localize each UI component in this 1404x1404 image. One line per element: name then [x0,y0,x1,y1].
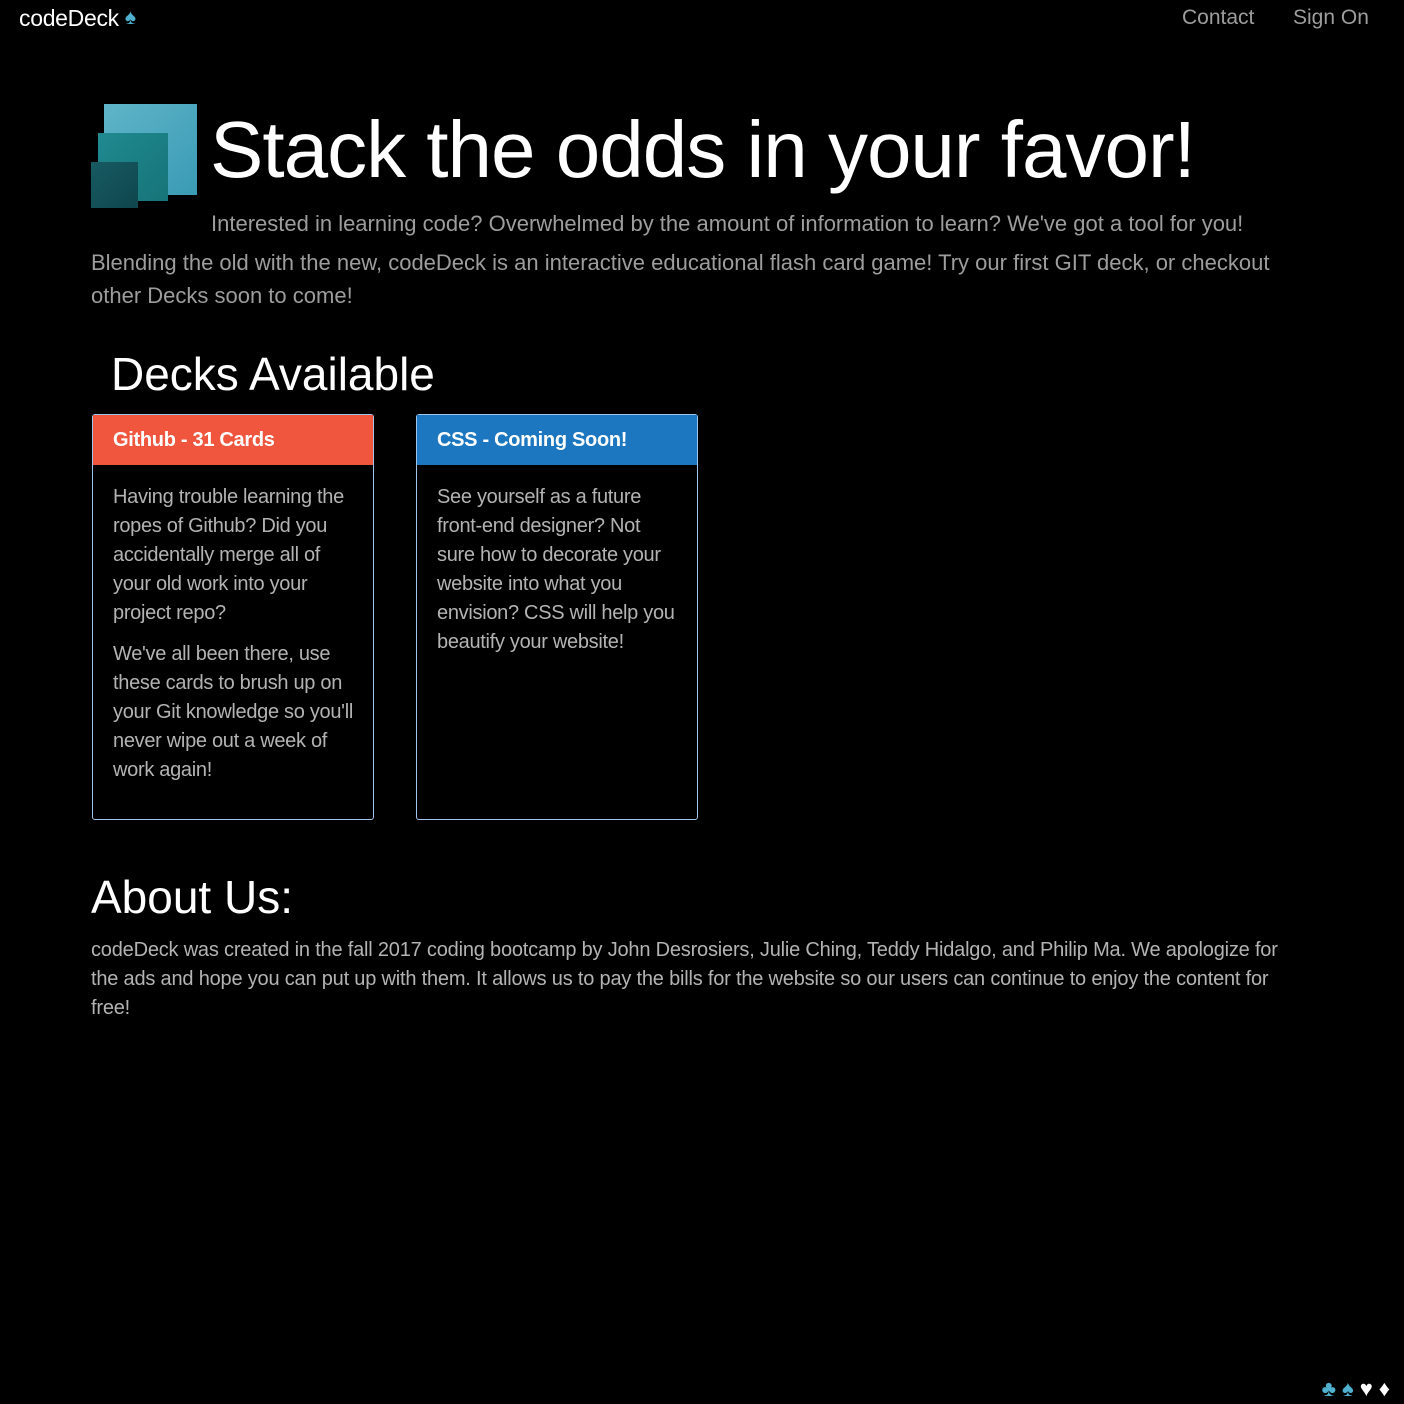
club-icon: ♣ [1321,1376,1337,1401]
spade-icon: ♠ [1342,1376,1354,1401]
page: codeDeck ♠ Contact Sign On Stack the odd… [0,0,1404,1404]
stacked-cards-logo-icon [91,104,197,208]
deck-title-css[interactable]: CSS - Coming Soon! [417,415,697,465]
about-heading: About Us: [91,871,293,923]
deck-body-css: See yourself as a future front-end desig… [417,465,697,657]
card-suits: ♣ ♠ ♥ ♦ [1322,1376,1390,1402]
deck-card-css[interactable]: CSS - Coming Soon! See yourself as a fut… [416,414,698,820]
spade-icon: ♠ [124,6,136,29]
nav-contact-link[interactable]: Contact [1182,6,1254,30]
diamond-icon: ♦ [1378,1376,1390,1401]
nav-sign-on-link[interactable]: Sign On [1293,6,1369,30]
hero-title: Stack the odds in your favor! [210,105,1196,194]
deck-title-github[interactable]: Github - 31 Cards [93,415,373,465]
navbar: codeDeck ♠ Contact Sign On [0,0,1404,38]
deck-description: Having trouble learning the ropes of Git… [113,486,344,624]
hero-intro-line: Interested in learning code? Overwhelmed… [211,211,1244,236]
decks-heading: Decks Available [111,348,435,400]
deck-body-github: Having trouble learning the ropes of Git… [93,465,373,785]
deck-description: See yourself as a future front-end desig… [437,486,675,653]
brand-link[interactable]: codeDeck ♠ [19,5,136,32]
deck-description: We've all been there, use these cards to… [113,643,353,781]
hero-blend-line: Blending the old with the new, codeDeck … [91,250,1270,308]
hero-description: Interested in learning code? Overwhelmed… [91,207,1321,312]
heart-icon: ♥ [1359,1376,1373,1401]
about-text: codeDeck was created in the fall 2017 co… [91,939,1278,1019]
brand-name: codeDeck [19,5,119,31]
deck-card-github[interactable]: Github - 31 Cards Having trouble learnin… [92,414,374,820]
